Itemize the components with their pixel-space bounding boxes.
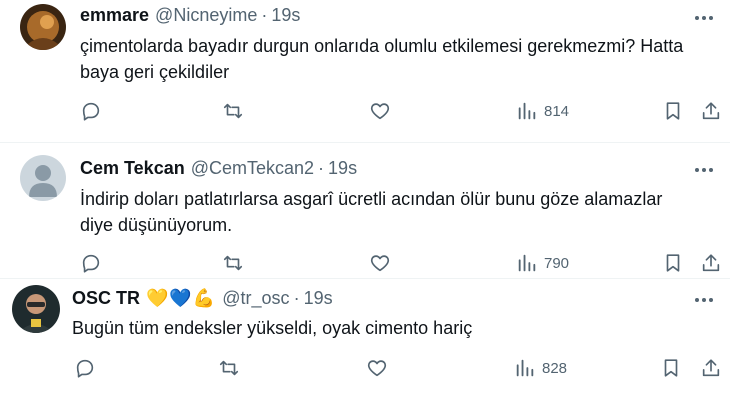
display-name-emoji: 💛💙💪 bbox=[146, 288, 217, 308]
reply-icon bbox=[82, 254, 100, 273]
separator-dot: · bbox=[293, 288, 300, 308]
user-handle[interactable]: @CemTekcan2 bbox=[191, 158, 314, 179]
tweet[interactable]: OSC TR 💛💙💪 @tr_osc · 19s Bugün tüm endek… bbox=[0, 279, 730, 420]
tweet[interactable]: emmare @Nicneyime · 19s çimentolarda bay… bbox=[0, 0, 730, 142]
like-button[interactable] bbox=[366, 357, 388, 379]
more-options-icon[interactable] bbox=[692, 290, 716, 310]
action-bar: 814 bbox=[0, 100, 730, 124]
views-count: 814 bbox=[544, 102, 570, 120]
bookmark-icon bbox=[666, 102, 680, 120]
views-icon bbox=[516, 359, 534, 377]
like-icon bbox=[370, 255, 390, 272]
tweet-text: Bugün tüm endeksler yükseldi, oyak cimen… bbox=[72, 315, 472, 341]
avatar-image bbox=[20, 4, 66, 50]
reply-button[interactable] bbox=[80, 100, 102, 122]
views-count: 790 bbox=[544, 254, 570, 272]
share-icon bbox=[702, 254, 720, 272]
retweet-button[interactable] bbox=[222, 252, 244, 274]
reply-icon bbox=[82, 102, 100, 121]
more-options-icon[interactable] bbox=[692, 160, 716, 180]
views-icon bbox=[518, 254, 536, 272]
tweet-header: OSC TR 💛💙💪 @tr_osc · 19s bbox=[72, 288, 333, 309]
retweet-icon bbox=[223, 103, 243, 119]
user-handle[interactable]: @Nicneyime bbox=[155, 5, 257, 26]
timestamp[interactable]: 19s bbox=[304, 288, 333, 309]
timestamp[interactable]: 19s bbox=[271, 5, 300, 26]
views-button[interactable]: 814 bbox=[516, 100, 569, 122]
like-icon bbox=[367, 360, 387, 377]
share-button[interactable] bbox=[700, 252, 722, 274]
default-avatar-icon bbox=[20, 155, 66, 201]
reply-button[interactable] bbox=[74, 357, 96, 379]
separator-dot: · bbox=[318, 158, 325, 178]
display-name[interactable]: Cem Tekcan bbox=[80, 158, 185, 179]
bookmark-icon bbox=[666, 254, 680, 272]
more-options-icon[interactable] bbox=[692, 8, 716, 28]
retweet-icon bbox=[219, 360, 239, 376]
display-name[interactable]: emmare bbox=[80, 5, 149, 26]
tweet-text: çimentolarda bayadır durgun onlarıda olu… bbox=[80, 33, 683, 85]
share-icon bbox=[702, 359, 720, 377]
tweet-text-line: çimentolarda bayadır durgun onlarıda olu… bbox=[80, 36, 684, 56]
reply-button[interactable] bbox=[80, 252, 102, 274]
tweet-text-line: Bugün tüm endeksler yükseldi, oyak cimen… bbox=[72, 318, 473, 338]
share-button[interactable] bbox=[700, 357, 722, 379]
retweet-button[interactable] bbox=[222, 100, 244, 122]
tweet-header: Cem Tekcan @CemTekcan2 · 19s bbox=[80, 158, 357, 179]
tweet-header: emmare @Nicneyime · 19s bbox=[80, 5, 300, 26]
like-button[interactable] bbox=[369, 100, 391, 122]
like-icon bbox=[370, 103, 390, 120]
reply-icon bbox=[76, 359, 94, 378]
action-bar: 828 bbox=[0, 357, 730, 381]
retweet-icon bbox=[223, 255, 243, 271]
views-button[interactable]: 828 bbox=[514, 357, 567, 379]
like-button[interactable] bbox=[369, 252, 391, 274]
share-button[interactable] bbox=[700, 100, 722, 122]
action-bar: 790 bbox=[0, 252, 730, 276]
avatar[interactable] bbox=[20, 4, 66, 50]
avatar[interactable] bbox=[20, 155, 66, 201]
bookmark-button[interactable] bbox=[662, 100, 684, 122]
bookmark-button[interactable] bbox=[662, 252, 684, 274]
tweet-text-line: İndirip doları patlatırlarsa asgarî ücre… bbox=[80, 189, 663, 209]
timestamp[interactable]: 19s bbox=[328, 158, 357, 179]
bookmark-button[interactable] bbox=[660, 357, 682, 379]
tweet-text-line: diye düşünüyorum. bbox=[80, 215, 233, 235]
user-handle[interactable]: @tr_osc bbox=[222, 288, 289, 309]
avatar-image bbox=[12, 285, 60, 333]
tweet-text-line: baya geri çekildiler bbox=[80, 62, 230, 82]
tweet[interactable]: Cem Tekcan @CemTekcan2 · 19s İndirip dol… bbox=[0, 143, 730, 278]
tweet-text: İndirip doları patlatırlarsa asgarî ücre… bbox=[80, 186, 662, 238]
share-icon bbox=[702, 102, 720, 120]
views-icon bbox=[518, 102, 536, 120]
avatar[interactable] bbox=[12, 285, 60, 333]
separator-dot: · bbox=[261, 5, 268, 25]
views-count: 828 bbox=[542, 359, 568, 377]
bookmark-icon bbox=[664, 359, 678, 377]
retweet-button[interactable] bbox=[218, 357, 240, 379]
display-name[interactable]: OSC TR bbox=[72, 288, 140, 309]
views-button[interactable]: 790 bbox=[516, 252, 569, 274]
